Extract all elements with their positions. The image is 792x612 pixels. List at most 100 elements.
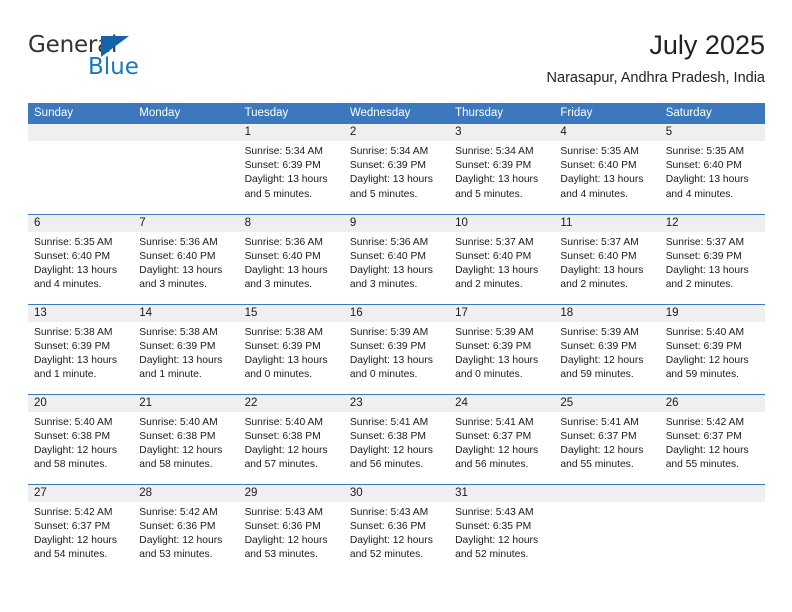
- calendar-day-cell[interactable]: 26 Sunrise: 5:42 AM Sunset: 6:37 PM Dayligh…: [659, 393, 765, 484]
- sunrise-time: Sunrise: 5:41 AM: [455, 416, 534, 428]
- calendar-day-cell[interactable]: 21 Sunrise: 5:40 AM Sunset: 6:38 PM Dayligh…: [133, 393, 239, 484]
- sunset-time: Sunset: 6:36 PM: [349, 520, 426, 532]
- sunset-time: Sunset: 6:40 PM: [244, 250, 321, 262]
- calendar-day-cell[interactable]: 15 Sunrise: 5:38 AM Sunset: 6:39 PM Dayligh…: [238, 303, 344, 394]
- weekday-header-friday: Friday: [554, 103, 660, 124]
- day-details: Sunrise: 5:37 AM Sunset: 6:40 PM Daylight:…: [449, 232, 554, 293]
- daylight-duration-line1: Daylight: 13 hours: [244, 264, 328, 276]
- weekday-header-tuesday: Tuesday: [238, 103, 344, 124]
- calendar-day-cell[interactable]: 7 Sunrise: 5:36 AM Sunset: 6:40 PM Daylight…: [133, 213, 239, 304]
- daylight-duration-line1: Daylight: 13 hours: [244, 354, 328, 366]
- sunrise-time: Sunrise: 5:35 AM: [560, 146, 639, 157]
- calendar-day-cell[interactable]: 4 Sunrise: 5:35 AM Sunset: 6:40 PM Daylight…: [554, 124, 660, 214]
- calendar-day-cell[interactable]: 17 Sunrise: 5:39 AM Sunset: 6:39 PM Dayligh…: [449, 303, 555, 394]
- day-details: Sunrise: 5:38 AM Sunset: 6:39 PM Daylight:…: [239, 322, 344, 383]
- calendar-day-cell[interactable]: 20 Sunrise: 5:40 AM Sunset: 6:38 PM Dayligh…: [28, 393, 134, 484]
- calendar-day-cell[interactable]: 28 Sunrise: 5:42 AM Sunset: 6:36 PM Dayligh…: [133, 483, 239, 574]
- calendar-day-cell[interactable]: 24 Sunrise: 5:41 AM Sunset: 6:37 PM Dayligh…: [449, 393, 555, 484]
- sunrise-time: Sunrise: 5:42 AM: [34, 506, 113, 518]
- calendar-day-cell[interactable]: 22 Sunrise: 5:40 AM Sunset: 6:38 PM Dayligh…: [238, 393, 344, 484]
- day-number: 15: [238, 304, 344, 322]
- calendar-day-cell[interactable]: 19 Sunrise: 5:40 AM Sunset: 6:39 PM Dayligh…: [659, 303, 765, 394]
- weekday-header-saturday: Saturday: [659, 103, 765, 124]
- daylight-duration-line1: Daylight: 13 hours: [349, 264, 433, 276]
- daylight-duration-line1: Daylight: 13 hours: [349, 354, 433, 366]
- daylight-duration-line1: Daylight: 13 hours: [244, 174, 328, 186]
- calendar-day-cell[interactable]: 27 Sunrise: 5:42 AM Sunset: 6:37 PM Dayligh…: [28, 483, 134, 574]
- day-number: 4: [554, 124, 660, 141]
- calendar-day-cell[interactable]: 23 Sunrise: 5:41 AM Sunset: 6:38 PM Dayligh…: [343, 393, 450, 484]
- sunset-time: Sunset: 6:39 PM: [349, 160, 426, 172]
- calendar-day-cell[interactable]: 5 Sunrise: 5:35 AM Sunset: 6:40 PM Daylight…: [659, 124, 765, 214]
- calendar-day-cell[interactable]: 31 Sunrise: 5:43 AM Sunset: 6:35 PM Dayligh…: [449, 483, 555, 574]
- daylight-duration-line1: Daylight: 12 hours: [139, 444, 223, 456]
- daylight-duration-line2: and 5 minutes.: [244, 188, 313, 200]
- daylight-duration-line2: and 2 minutes.: [665, 279, 734, 291]
- calendar-day-cell[interactable]: 30 Sunrise: 5:43 AM Sunset: 6:36 PM Dayligh…: [343, 483, 450, 574]
- daylight-duration-line1: Daylight: 13 hours: [139, 354, 223, 366]
- calendar-day-cell[interactable]: 8 Sunrise: 5:36 AM Sunset: 6:40 PM Daylight…: [238, 213, 344, 304]
- day-details: Sunrise: 5:34 AM Sunset: 6:39 PM Daylight:…: [344, 141, 449, 202]
- calendar-day-cell[interactable]: 12 Sunrise: 5:37 AM Sunset: 6:39 PM Dayligh…: [659, 213, 765, 304]
- sunrise-time: Sunrise: 5:43 AM: [244, 506, 323, 518]
- daylight-duration-line1: Daylight: 13 hours: [560, 174, 644, 186]
- calendar-day-cell[interactable]: 29 Sunrise: 5:43 AM Sunset: 6:36 PM Dayligh…: [238, 483, 344, 574]
- calendar-day-cell[interactable]: 11 Sunrise: 5:37 AM Sunset: 6:40 PM Dayligh…: [554, 213, 660, 304]
- daylight-duration-line2: and 0 minutes.: [455, 369, 523, 381]
- calendar-day-cell[interactable]: 3 Sunrise: 5:34 AM Sunset: 6:39 PM Daylight…: [449, 124, 555, 214]
- day-details: Sunrise: 5:35 AM Sunset: 6:40 PM Daylight:…: [28, 232, 133, 293]
- sunrise-time: Sunrise: 5:37 AM: [560, 236, 639, 248]
- calendar-day-cell[interactable]: 1 Sunrise: 5:34 AM Sunset: 6:39 PM Daylight…: [238, 124, 344, 214]
- calendar-day-cell[interactable]: 14 Sunrise: 5:38 AM Sunset: 6:39 PM Dayligh…: [133, 303, 239, 394]
- day-number: 13: [28, 304, 134, 322]
- calendar-day-cell[interactable]: 2 Sunrise: 5:34 AM Sunset: 6:39 PM Daylight…: [343, 124, 450, 214]
- sunrise-time: Sunrise: 5:38 AM: [139, 326, 218, 338]
- calendar-day-cell[interactable]: 9 Sunrise: 5:36 AM Sunset: 6:40 PM Daylight…: [343, 213, 450, 304]
- day-number: 25: [554, 394, 660, 412]
- calendar-day-cell[interactable]: 18 Sunrise: 5:39 AM Sunset: 6:39 PM Dayligh…: [554, 303, 660, 394]
- daylight-duration-line1: Daylight: 12 hours: [560, 444, 644, 456]
- daylight-duration-line1: Daylight: 13 hours: [665, 174, 749, 186]
- day-number: 10: [449, 214, 555, 232]
- day-details: Sunrise: 5:41 AM Sunset: 6:37 PM Daylight:…: [449, 412, 554, 473]
- day-details: Sunrise: 5:41 AM Sunset: 6:38 PM Daylight:…: [344, 412, 449, 473]
- daylight-duration-line1: Daylight: 13 hours: [34, 354, 117, 366]
- day-number: 1: [238, 124, 344, 141]
- sunset-time: Sunset: 6:40 PM: [665, 160, 742, 172]
- sunrise-time: Sunrise: 5:39 AM: [349, 326, 429, 338]
- sunset-time: Sunset: 6:40 PM: [34, 250, 111, 262]
- day-number: 31: [449, 484, 555, 502]
- daylight-duration-line1: Daylight: 12 hours: [560, 354, 644, 366]
- daylight-duration-line2: and 55 minutes.: [665, 459, 739, 471]
- general-blue-logo[interactable]: General Blue: [28, 32, 168, 84]
- calendar-day-cell[interactable]: 25 Sunrise: 5:41 AM Sunset: 6:37 PM Dayligh…: [554, 393, 660, 484]
- sunrise-time: Sunrise: 5:41 AM: [560, 416, 639, 428]
- weekday-header-thursday: Thursday: [449, 103, 555, 124]
- day-number: 16: [343, 304, 450, 322]
- sunrise-time: Sunrise: 5:35 AM: [665, 146, 745, 157]
- daylight-duration-line2: and 3 minutes.: [349, 279, 418, 291]
- day-number: 21: [133, 394, 239, 412]
- day-details: Sunrise: 5:36 AM Sunset: 6:40 PM Daylight:…: [133, 232, 238, 293]
- sunrise-time: Sunrise: 5:35 AM: [34, 236, 113, 248]
- day-details: Sunrise: 5:40 AM Sunset: 6:38 PM Daylight:…: [133, 412, 238, 473]
- day-details: Sunrise: 5:40 AM Sunset: 6:38 PM Daylight:…: [239, 412, 344, 473]
- calendar-header-row: Sunday Monday Tuesday Wednesday Thursday Frid…: [28, 103, 765, 124]
- calendar-day-cell-empty: [28, 124, 134, 214]
- calendar-day-cell[interactable]: 10 Sunrise: 5:37 AM Sunset: 6:40 PM Dayligh…: [449, 213, 555, 304]
- day-number: 5: [659, 124, 765, 141]
- sunrise-time: Sunrise: 5:43 AM: [349, 506, 429, 518]
- calendar-day-cell[interactable]: 6 Sunrise: 5:35 AM Sunset: 6:40 PM Daylight…: [28, 213, 134, 304]
- calendar-day-cell[interactable]: 13 Sunrise: 5:38 AM Sunset: 6:39 PM Dayligh…: [28, 303, 134, 394]
- daylight-duration-line1: Daylight: 12 hours: [349, 444, 433, 456]
- day-details: Sunrise: 5:37 AM Sunset: 6:40 PM Daylight:…: [554, 232, 659, 293]
- day-details: Sunrise: 5:40 AM Sunset: 6:39 PM Daylight:…: [660, 322, 765, 383]
- day-details: Sunrise: 5:35 AM Sunset: 6:40 PM Daylight:…: [554, 141, 659, 202]
- daylight-duration-line1: Daylight: 12 hours: [349, 534, 433, 546]
- daylight-duration-line1: Daylight: 13 hours: [455, 174, 539, 186]
- calendar-day-cell[interactable]: 16 Sunrise: 5:39 AM Sunset: 6:39 PM Dayligh…: [343, 303, 450, 394]
- daylight-duration-line2: and 57 minutes.: [244, 459, 318, 471]
- daylight-duration-line1: Daylight: 13 hours: [455, 354, 539, 366]
- sunrise-time: Sunrise: 5:39 AM: [560, 326, 639, 338]
- sunset-time: Sunset: 6:39 PM: [34, 340, 111, 352]
